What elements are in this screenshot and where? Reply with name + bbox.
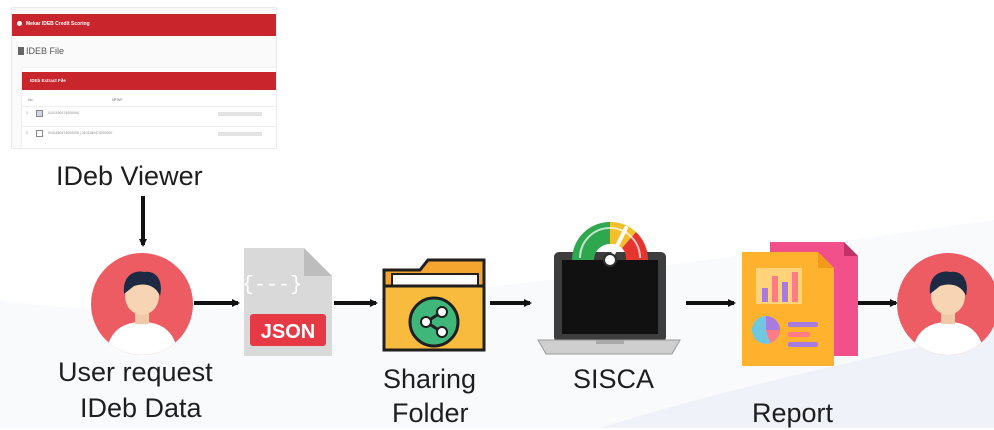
bar-chart-icon	[756, 268, 802, 304]
gauge-icon	[572, 222, 649, 267]
label-sharing: Sharing	[383, 364, 477, 394]
label-user-request-line1: User request	[58, 357, 213, 387]
report-document-icon	[742, 242, 858, 366]
label-report: Report	[752, 398, 834, 428]
user-avatar-icon	[897, 253, 994, 355]
label-sisca: SISCA	[573, 364, 655, 394]
json-label-text: JSON	[261, 321, 315, 343]
shared-folder-icon	[382, 258, 486, 352]
json-file-icon: {---} JSON	[242, 248, 332, 356]
label-ideb-viewer: IDeb Viewer	[56, 161, 203, 191]
pie-chart-icon	[752, 316, 780, 344]
laptop-gauge-icon	[537, 222, 681, 355]
label-folder: Folder	[392, 398, 469, 428]
label-user-request-line2: IDeb Data	[80, 393, 202, 423]
json-brace-text: {---}	[242, 274, 302, 297]
user-avatar-icon	[91, 253, 193, 355]
